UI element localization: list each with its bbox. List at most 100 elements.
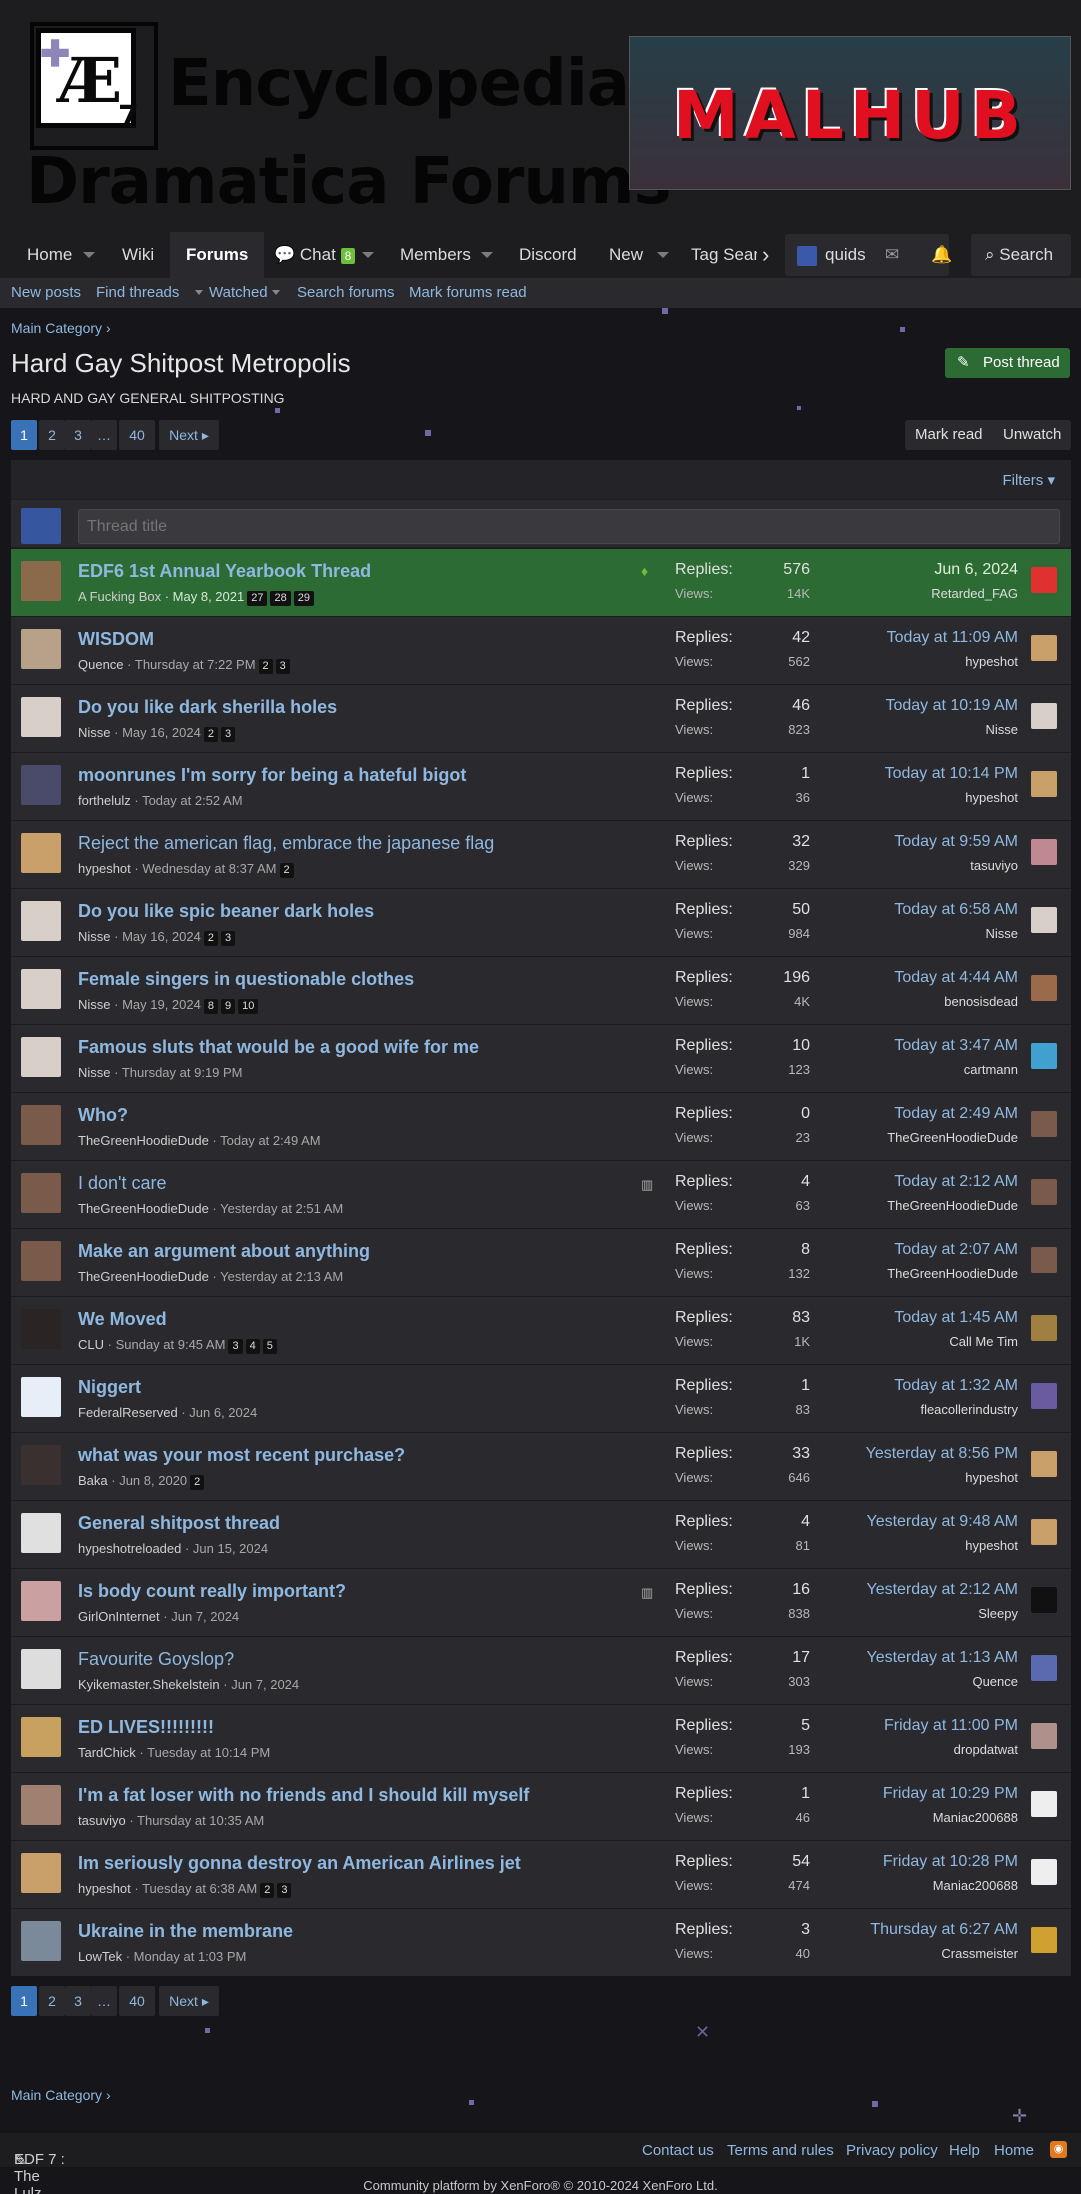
avatar[interactable]: [21, 969, 61, 1009]
search-button[interactable]: ⌕ Search: [971, 234, 1071, 276]
avatar[interactable]: [1031, 635, 1057, 661]
nav-new[interactable]: New: [609, 232, 643, 278]
search-forums-link[interactable]: Search forums: [297, 284, 395, 301]
find-threads-link[interactable]: Find threads: [96, 284, 179, 301]
thread-page-link[interactable]: 2: [258, 659, 273, 674]
post-thread-button[interactable]: ✎ Post thread: [945, 348, 1070, 378]
breadcrumb-item[interactable]: Main Category: [11, 320, 102, 336]
thread-page-link[interactable]: 3: [220, 727, 236, 742]
last-post-time[interactable]: Jun 6, 2024: [934, 561, 1018, 579]
last-post-time[interactable]: Today at 10:14 PM: [885, 765, 1018, 783]
thread-date[interactable]: Wednesday at 8:37 AM: [142, 861, 276, 876]
thread-date[interactable]: May 19, 2024: [122, 997, 201, 1012]
avatar[interactable]: [1031, 1043, 1057, 1069]
thread-row[interactable]: We Moved CLU · Sunday at 9:45 AM 3 4 5 Repl…: [11, 1296, 1071, 1364]
avatar[interactable]: [21, 1581, 61, 1621]
last-post-time[interactable]: Today at 11:09 AM: [887, 629, 1018, 647]
thread-title-input[interactable]: [78, 509, 1060, 544]
thread-page-link[interactable]: 2: [190, 1475, 205, 1490]
mark-forums-read-link[interactable]: Mark forums read: [409, 284, 527, 301]
last-post-time[interactable]: Today at 1:32 AM: [894, 1377, 1018, 1395]
page-link[interactable]: 40: [119, 420, 155, 450]
thread-title[interactable]: We Moved: [78, 1309, 167, 1330]
thread-date[interactable]: Jun 8, 2020: [119, 1473, 187, 1488]
last-post-time[interactable]: Today at 9:59 AM: [894, 833, 1018, 851]
filters-button[interactable]: Filters ▾: [1002, 471, 1055, 489]
thread-author[interactable]: LowTek: [78, 1949, 122, 1964]
thread-row[interactable]: Is body count really important? ▥ GirlOn…: [11, 1568, 1071, 1636]
thread-author[interactable]: Baka: [78, 1473, 108, 1488]
last-post-user[interactable]: Nisse: [985, 926, 1018, 941]
last-post-user[interactable]: hypeshot: [965, 1470, 1018, 1485]
thread-title[interactable]: ED LIVES!!!!!!!!!: [78, 1717, 214, 1738]
thread-title[interactable]: I'm a fat loser with no friends and I sh…: [78, 1785, 529, 1806]
thread-date[interactable]: May 16, 2024: [122, 725, 201, 740]
breadcrumb[interactable]: Main Category ›: [11, 320, 111, 336]
thread-author[interactable]: Nisse: [78, 997, 111, 1012]
thread-author[interactable]: hypeshot: [78, 1881, 131, 1896]
last-post-user[interactable]: Quence: [972, 1674, 1018, 1689]
thread-page-link[interactable]: 2: [203, 727, 218, 742]
thread-date[interactable]: Monday at 1:03 PM: [134, 1949, 247, 1964]
nav-home[interactable]: Home: [27, 232, 72, 278]
avatar[interactable]: [1031, 975, 1057, 1001]
avatar[interactable]: [1031, 1315, 1057, 1341]
last-post-user[interactable]: hypeshot: [965, 790, 1018, 805]
nav-chat[interactable]: 💬 Chat 8: [274, 232, 356, 278]
thread-date[interactable]: Yesterday at 2:13 AM: [220, 1269, 343, 1284]
avatar[interactable]: [1031, 1859, 1057, 1885]
thread-title[interactable]: Reject the american flag, embrace the ja…: [78, 833, 494, 854]
avatar[interactable]: [21, 697, 61, 737]
thread-title[interactable]: Do you like dark sherilla holes: [78, 697, 337, 718]
page-ellipsis[interactable]: …: [91, 1986, 117, 2016]
avatar[interactable]: [21, 1241, 61, 1281]
last-post-user[interactable]: Sleepy: [978, 1606, 1018, 1621]
thread-title[interactable]: Ukraine in the membrane: [78, 1921, 293, 1942]
thread-author[interactable]: TheGreenHoodieDude: [78, 1269, 209, 1284]
thread-row[interactable]: Female singers in questionable clothes N…: [11, 956, 1071, 1024]
avatar[interactable]: [1031, 1791, 1057, 1817]
thread-page-link[interactable]: 28: [270, 591, 291, 606]
thread-row[interactable]: General shitpost thread hypeshotreloaded…: [11, 1500, 1071, 1568]
thread-page-link[interactable]: 2: [203, 931, 218, 946]
thread-page-link[interactable]: 29: [293, 591, 314, 606]
last-post-user[interactable]: cartmann: [964, 1062, 1018, 1077]
mark-read-button[interactable]: Mark read: [915, 420, 983, 450]
thread-title[interactable]: Famous sluts that would be a good wife f…: [78, 1037, 479, 1058]
thread-author[interactable]: Nisse: [78, 929, 111, 944]
last-post-time[interactable]: Yesterday at 1:13 AM: [866, 1649, 1018, 1667]
bell-icon[interactable]: 🔔: [931, 234, 952, 276]
thread-title[interactable]: Who?: [78, 1105, 128, 1126]
avatar[interactable]: [21, 901, 61, 941]
avatar[interactable]: [1031, 1587, 1057, 1613]
new-posts-link[interactable]: New posts: [11, 284, 81, 301]
avatar[interactable]: [21, 1921, 61, 1961]
nav-forums[interactable]: Forums: [170, 232, 265, 278]
avatar[interactable]: [1031, 1247, 1057, 1273]
last-post-user[interactable]: TheGreenHoodieDude: [887, 1198, 1018, 1213]
thread-title[interactable]: what was your most recent purchase?: [78, 1445, 405, 1466]
avatar[interactable]: [1031, 1723, 1057, 1749]
last-post-time[interactable]: Friday at 10:28 PM: [883, 1853, 1018, 1871]
avatar[interactable]: [797, 246, 817, 266]
nav-discord[interactable]: Discord: [519, 232, 577, 278]
username[interactable]: quids: [825, 234, 866, 276]
page-link[interactable]: 3: [65, 1986, 91, 2016]
thread-row[interactable]: Do you like spic beaner dark holes Nisse…: [11, 888, 1071, 956]
last-post-user[interactable]: dropdatwat: [954, 1742, 1018, 1757]
home-link[interactable]: Home: [994, 2142, 1034, 2159]
last-post-time[interactable]: Today at 2:12 AM: [894, 1173, 1018, 1191]
thread-date[interactable]: Thursday at 10:35 AM: [137, 1813, 264, 1828]
avatar[interactable]: [1031, 703, 1057, 729]
footer-breadcrumb[interactable]: Main Category ›: [11, 2087, 111, 2103]
thread-author[interactable]: tasuviyo: [78, 1813, 126, 1828]
thread-title[interactable]: WISDOM: [78, 629, 154, 650]
last-post-user[interactable]: hypeshot: [965, 654, 1018, 669]
avatar[interactable]: [21, 1173, 61, 1213]
last-post-user[interactable]: Crassmeister: [941, 1946, 1018, 1961]
thread-title[interactable]: EDF6 1st Annual Yearbook Thread: [78, 561, 371, 582]
avatar[interactable]: [1031, 1383, 1057, 1409]
last-post-user[interactable]: Call Me Tim: [949, 1334, 1018, 1349]
thread-title[interactable]: moonrunes I'm sorry for being a hateful …: [78, 765, 466, 786]
thread-author[interactable]: Quence: [78, 657, 124, 672]
